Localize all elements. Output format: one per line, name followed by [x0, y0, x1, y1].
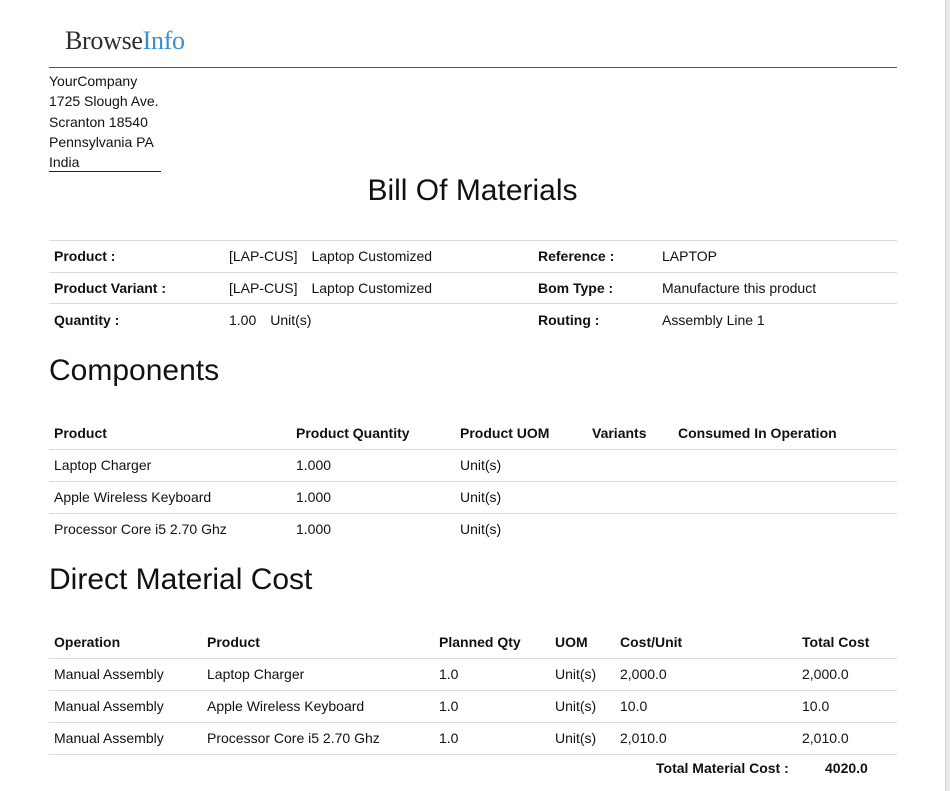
components-table: Product Product Quantity Product UOM Var…	[49, 417, 897, 545]
col-header-cost-unit: Cost/Unit	[620, 633, 683, 650]
variant-label: Product Variant :	[49, 271, 224, 304]
quantity-label: Quantity :	[49, 303, 224, 335]
col-header-operation: Operation	[54, 633, 121, 650]
component-uom: Unit(s)	[455, 512, 587, 545]
browseinfo-logo: BrowseInfo	[65, 26, 185, 56]
routing-label: Routing :	[533, 303, 657, 335]
logo-text-browse: Browse	[65, 26, 143, 55]
cost-operation: Manual Assembly	[49, 689, 202, 722]
cost-uom: Unit(s)	[550, 721, 615, 755]
bom-type-label: Bom Type :	[533, 271, 657, 304]
direct-material-cost-heading: Direct Material Cost	[49, 563, 313, 596]
cost-operation: Manual Assembly	[49, 721, 202, 755]
direct-material-cost-table: Operation Product Planned Qty UOM Cost/U…	[49, 626, 897, 755]
table-row: Manual Assembly Apple Wireless Keyboard …	[49, 689, 897, 722]
col-header-variants: Variants	[592, 424, 647, 441]
quantity-value: 1.00 Unit(s)	[224, 303, 533, 335]
cost-total: 2,000.0	[797, 657, 897, 690]
component-variants	[587, 480, 673, 513]
table-row: Processor Core i5 2.70 Ghz 1.000 Unit(s)	[49, 512, 897, 545]
quantity-number: 1.00	[229, 311, 257, 328]
components-heading: Components	[49, 354, 220, 387]
component-uom: Unit(s)	[455, 448, 587, 481]
info-row-variant: Product Variant : [LAP-CUS] Laptop Custom…	[49, 271, 897, 304]
cost-product: Apple Wireless Keyboard	[202, 689, 434, 722]
col-header-product: Product	[54, 424, 107, 441]
table-row: Manual Assembly Laptop Charger 1.0 Unit(…	[49, 657, 897, 690]
address-underline	[49, 171, 161, 172]
component-operation	[673, 448, 897, 481]
component-variants	[587, 448, 673, 481]
component-quantity: 1.000	[291, 512, 455, 545]
variant-code: [LAP-CUS]	[229, 279, 298, 296]
company-state: Pennsylvania PA	[49, 133, 154, 150]
reference-value: LAPTOP	[657, 240, 897, 272]
cost-product: Laptop Charger	[202, 657, 434, 690]
component-uom: Unit(s)	[455, 480, 587, 513]
cost-total: 2,010.0	[797, 721, 897, 755]
report-title: Bill Of Materials	[367, 174, 578, 207]
product-label: Product :	[49, 240, 224, 272]
bom-type-value: Manufacture this product	[657, 271, 897, 304]
col-header-total-cost: Total Cost	[802, 633, 870, 650]
cost-header-row: Operation Product Planned Qty UOM Cost/U…	[49, 626, 897, 658]
logo-text-info: Info	[142, 26, 185, 55]
component-quantity: 1.000	[291, 448, 455, 481]
component-product: Laptop Charger	[49, 448, 291, 481]
component-variants	[587, 512, 673, 545]
cost-planned-qty: 1.0	[434, 657, 550, 690]
total-material-cost-label: Total Material Cost :	[656, 760, 789, 776]
variant-value: [LAP-CUS] Laptop Customized	[224, 271, 533, 304]
col-header-product-uom: Product UOM	[460, 424, 550, 441]
component-product: Apple Wireless Keyboard	[49, 480, 291, 513]
product-value: [LAP-CUS] Laptop Customized	[224, 240, 533, 272]
cost-total: 10.0	[797, 689, 897, 722]
components-header-row: Product Product Quantity Product UOM Var…	[49, 417, 897, 449]
cost-per-unit: 2,010.0	[615, 721, 797, 755]
col-header-uom: UOM	[555, 633, 588, 650]
col-header-product-quantity: Product Quantity	[296, 424, 410, 441]
cost-planned-qty: 1.0	[434, 721, 550, 755]
cost-operation: Manual Assembly	[49, 657, 202, 690]
product-code: [LAP-CUS]	[229, 248, 298, 265]
product-name: Laptop Customized	[311, 248, 433, 265]
routing-value: Assembly Line 1	[657, 303, 897, 335]
total-material-cost-value: 4020.0	[825, 760, 868, 776]
company-city: Scranton 18540	[49, 113, 148, 130]
info-row-product: Product : [LAP-CUS] Laptop Customized Ref…	[49, 240, 897, 272]
cost-uom: Unit(s)	[550, 657, 615, 690]
report-page: BrowseInfo YourCompany 1725 Slough Ave. …	[0, 0, 946, 791]
col-header-product: Product	[207, 633, 260, 650]
cost-uom: Unit(s)	[550, 689, 615, 722]
quantity-uom: Unit(s)	[270, 311, 312, 328]
bom-info-table: Product : [LAP-CUS] Laptop Customized Ref…	[49, 240, 897, 335]
variant-name: Laptop Customized	[311, 279, 433, 296]
info-row-quantity: Quantity : 1.00 Unit(s) Routing : Assembl…	[49, 303, 897, 335]
col-header-consumed-in-operation: Consumed In Operation	[678, 424, 837, 441]
header-divider	[49, 67, 897, 68]
company-name: YourCompany	[49, 73, 138, 89]
cost-per-unit: 10.0	[615, 689, 797, 722]
component-operation	[673, 480, 897, 513]
table-row: Manual Assembly Processor Core i5 2.70 G…	[49, 721, 897, 755]
table-row: Apple Wireless Keyboard 1.000 Unit(s)	[49, 480, 897, 513]
cost-planned-qty: 1.0	[434, 689, 550, 722]
table-row: Laptop Charger 1.000 Unit(s)	[49, 448, 897, 481]
company-country: India	[49, 154, 80, 171]
component-quantity: 1.000	[291, 480, 455, 513]
component-operation	[673, 512, 897, 545]
cost-per-unit: 2,000.0	[615, 657, 797, 690]
company-address: YourCompany 1725 Slough Ave. Scranton 18…	[49, 71, 159, 172]
reference-label: Reference :	[533, 240, 657, 272]
col-header-planned-qty: Planned Qty	[439, 633, 521, 650]
company-street: 1725 Slough Ave.	[49, 93, 159, 110]
cost-product: Processor Core i5 2.70 Ghz	[202, 721, 434, 755]
component-product: Processor Core i5 2.70 Ghz	[49, 512, 291, 545]
